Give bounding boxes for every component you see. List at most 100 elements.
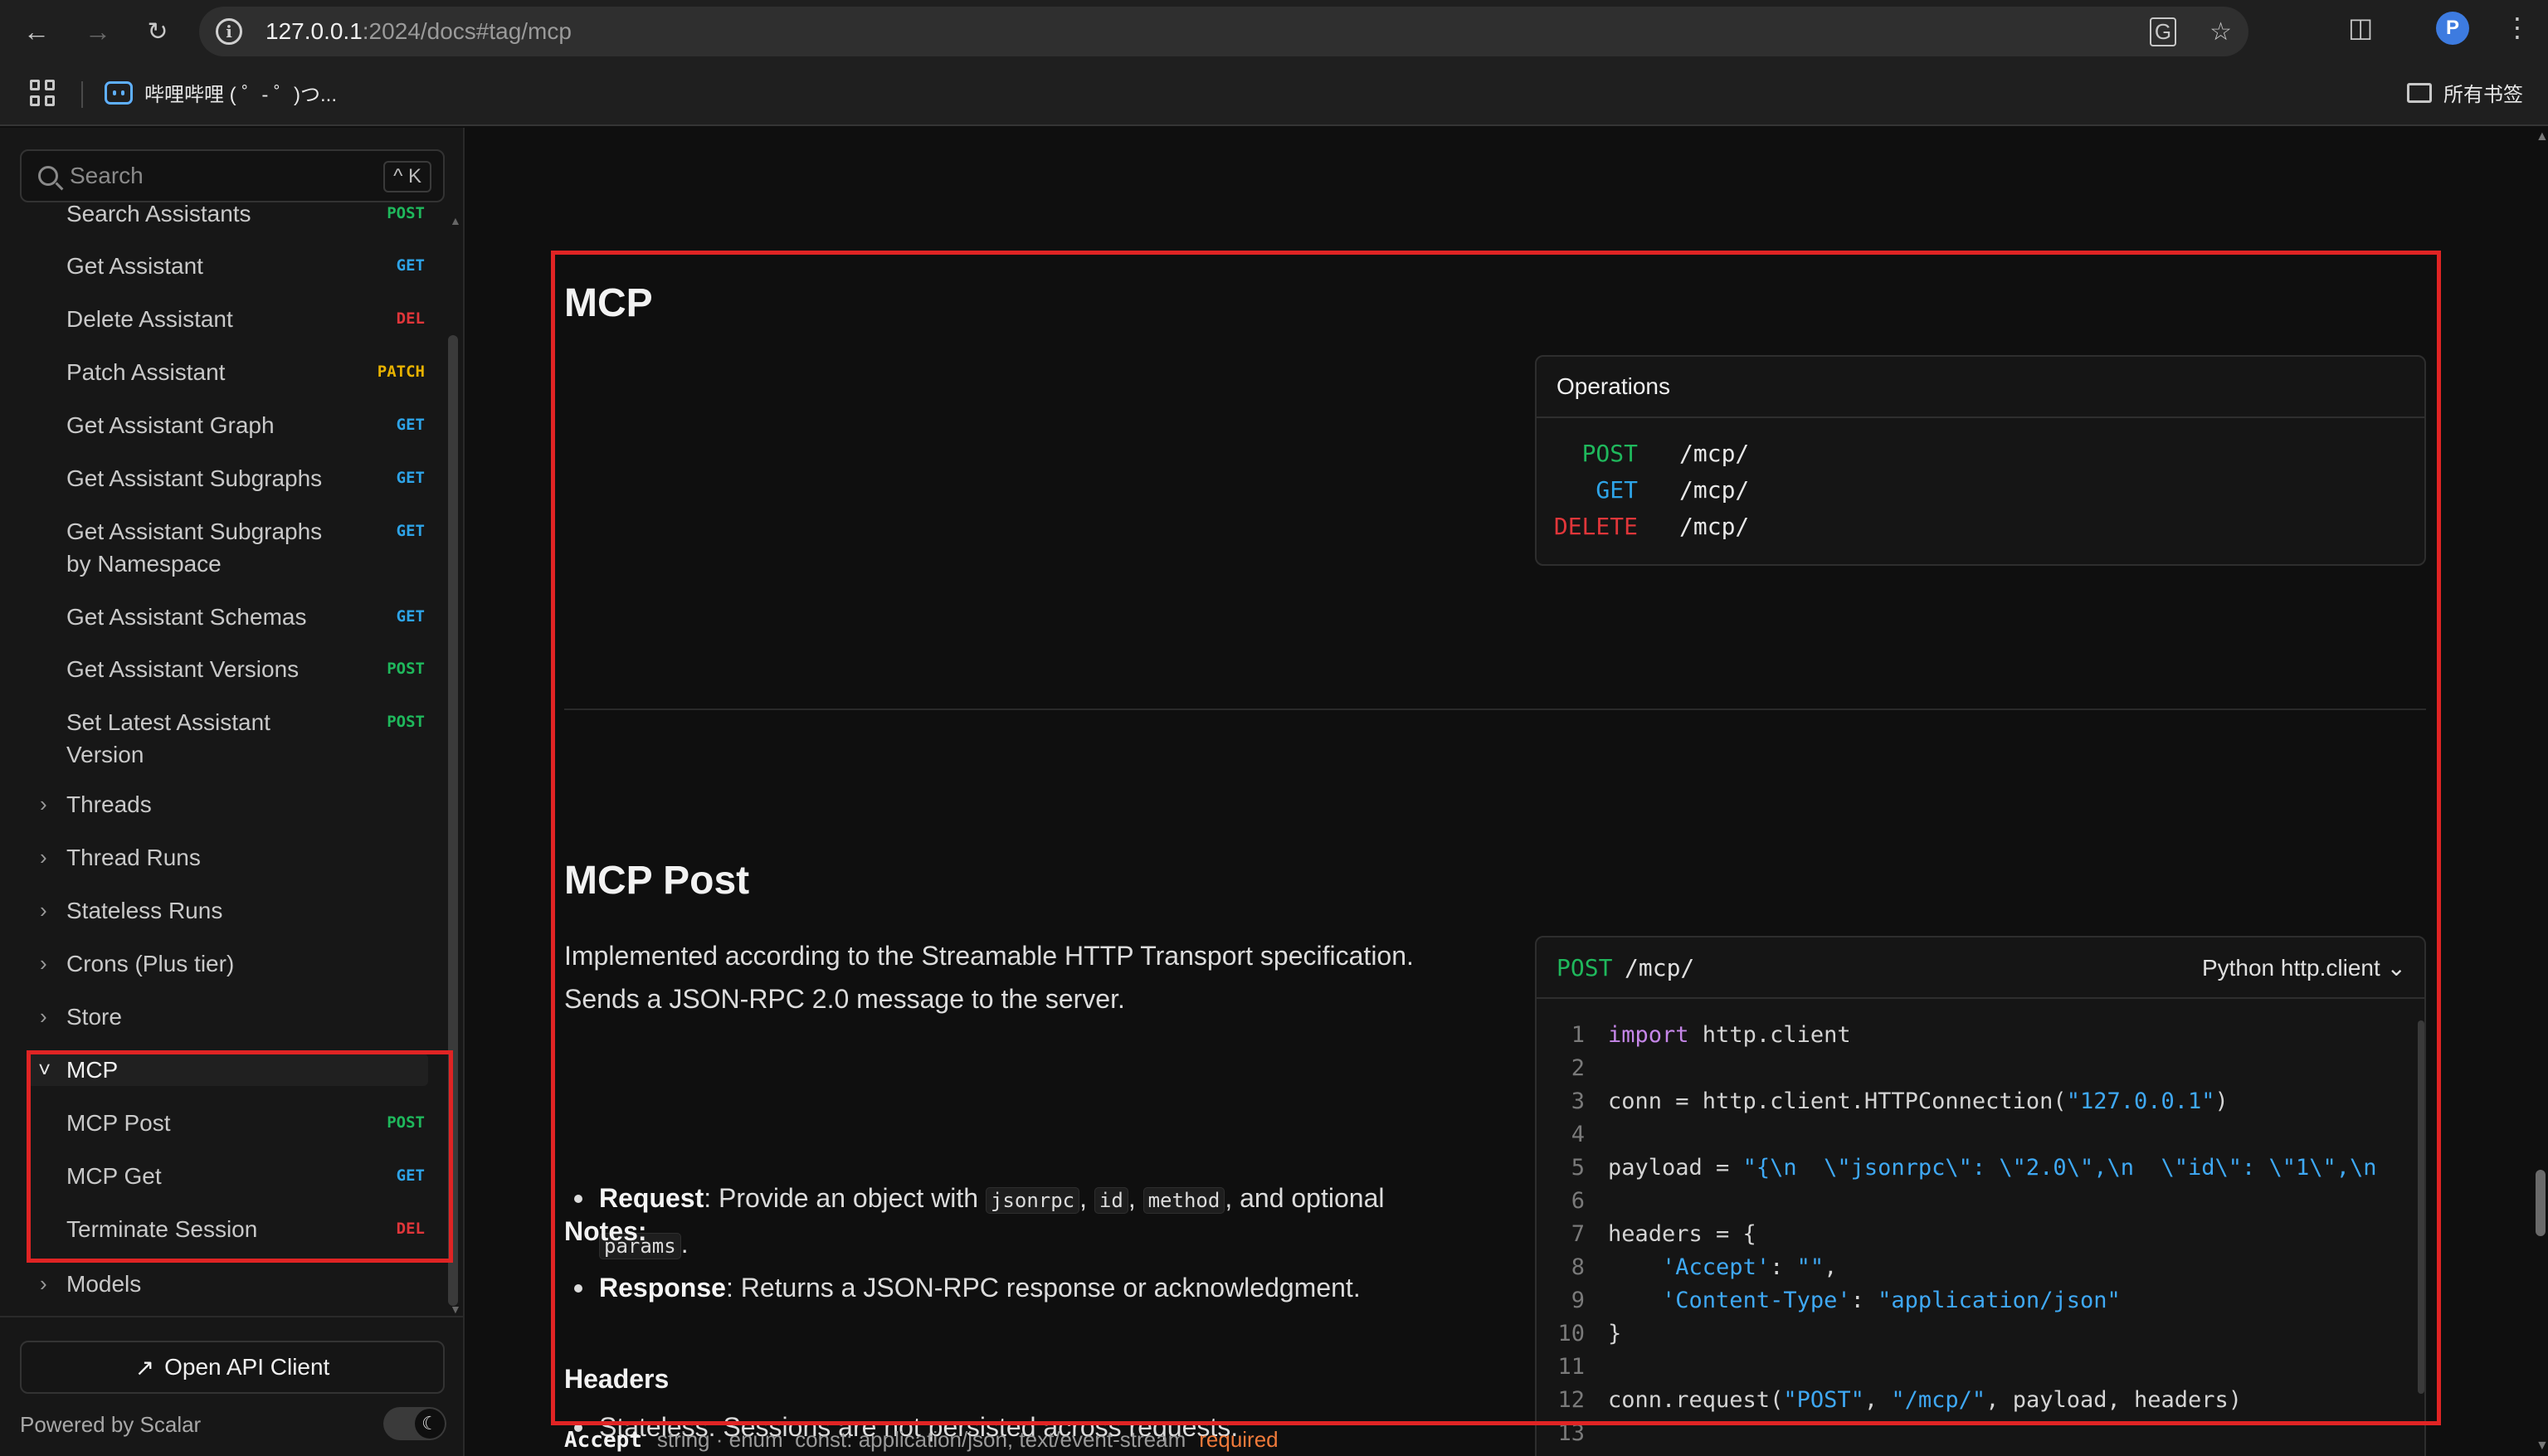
sidebar-group[interactable]: › Crons (Plus tier): [0, 947, 448, 980]
code-line: 12 conn.request("POST", "/mcp/", payload,…: [1537, 1384, 2416, 1417]
operation-path: /mcp/: [1679, 513, 1750, 540]
sidebar-item[interactable]: Terminate Session DEL: [0, 1213, 448, 1245]
sidebar-item[interactable]: Get Assistant Graph GET: [0, 409, 448, 441]
sidebar-item-label: Get Assistant Versions: [66, 656, 300, 682]
code-jsonrpc: jsonrpc: [985, 1187, 1080, 1214]
apps-grid-icon[interactable]: [30, 80, 56, 106]
open-api-client-button[interactable]: ↗ Open API Client: [20, 1341, 445, 1394]
sidebar-scrollbar[interactable]: [448, 335, 458, 1306]
sidebar-item[interactable]: Search Assistants POST: [0, 197, 448, 230]
sidebar-group-active[interactable]: ˅ MCP: [27, 1054, 428, 1086]
header-required: required: [1199, 1427, 1279, 1452]
sidebar-item[interactable]: Set Latest Assistant Version POST: [0, 706, 448, 771]
code-token: headers = {: [1608, 1221, 1756, 1247]
method-badge: POST: [387, 660, 425, 678]
sidebar-item-label: Patch Assistant: [66, 359, 226, 385]
sidebar: ^ K ▲ ▼ Search AssistantsPOSTGet Assista…: [0, 128, 465, 1456]
site-info-icon[interactable]: i: [216, 18, 242, 45]
profile-avatar[interactable]: P: [2436, 12, 2469, 45]
search-input[interactable]: [70, 163, 352, 189]
translate-icon[interactable]: G: [2149, 17, 2177, 46]
sidebar-item[interactable]: Get Assistant GET: [0, 250, 448, 282]
code-line: 5 payload = "{\n \"jsonrpc\": \"2.0\",\n …: [1537, 1152, 2416, 1185]
sidebar-item[interactable]: Patch Assistant PATCH: [0, 356, 448, 388]
line-number: 8: [1571, 1254, 1585, 1280]
sidebar-group[interactable]: › Thread Runs: [0, 841, 448, 874]
operation-method: POST: [1581, 440, 1638, 467]
operation-method: DELETE: [1553, 513, 1638, 540]
sidebar-group[interactable]: › Store: [0, 1001, 448, 1033]
sidebar-group[interactable]: › Threads: [0, 788, 448, 821]
language-selector[interactable]: Python http.client ⌄: [2202, 954, 2406, 981]
line-number: 14: [1537, 1450, 1585, 1456]
code-sample-header: POST /mcp/ Python http.client ⌄: [1537, 937, 2424, 999]
sidebar-group-label: Models: [66, 1271, 142, 1297]
menu-kebab-icon[interactable]: ⋮: [2504, 12, 2531, 43]
chevron-right-icon: ›: [40, 1271, 47, 1296]
search-shortcut: ^ K: [383, 161, 431, 192]
sidebar-item-label: Get Assistant Subgraphs by Namespace: [66, 519, 323, 577]
all-bookmarks[interactable]: 所有书签: [2407, 78, 2523, 107]
code-scrollbar[interactable]: [2418, 1020, 2424, 1394]
code-token: :: [1850, 1288, 1878, 1313]
sidebar-group-label: Threads: [66, 791, 152, 817]
line-number: 6: [1571, 1188, 1585, 1214]
sidebar-scroll-up-icon[interactable]: ▲: [450, 214, 461, 227]
code-token: ,: [1824, 1254, 1838, 1280]
code-sample-path: /mcp/: [1625, 954, 1695, 981]
line-number: 12: [1557, 1387, 1585, 1413]
line-number: 9: [1571, 1288, 1585, 1313]
line-content: 'Accept': "",: [1608, 1251, 2404, 1284]
main-scroll-up-icon[interactable]: ▲: [2536, 129, 2548, 144]
endpoint-title: MCP Post: [564, 859, 750, 903]
main-scrollbar-thumb[interactable]: [2536, 1170, 2546, 1236]
bookmark-bilibili[interactable]: 哔哩哔哩 ( ゜- ゜)つ...: [105, 78, 337, 107]
extensions-icon[interactable]: ◫: [2348, 12, 2373, 43]
sidebar-item-label: Search Assistants: [66, 201, 251, 226]
sidebar-item[interactable]: Get Assistant Subgraphs GET: [0, 462, 448, 494]
bookmark-star-icon[interactable]: ☆: [2209, 17, 2232, 46]
request-text-2: , and optional: [1225, 1183, 1385, 1213]
sidebar-item[interactable]: Get Assistant Versions POST: [0, 653, 448, 685]
powered-by-scalar[interactable]: Powered by Scalar: [20, 1412, 201, 1438]
reload-icon[interactable]: ↻: [138, 12, 178, 51]
avatar-letter: P: [2436, 12, 2469, 45]
code-token: 'Accept': [1662, 1254, 1771, 1280]
code-line: 14 res = conn.getresponse(): [1537, 1450, 2416, 1456]
sidebar-item-label: Get Assistant: [66, 253, 203, 279]
sidebar-item-label: Get Assistant Graph: [66, 412, 275, 438]
forward-icon[interactable]: →: [78, 12, 118, 51]
line-content: payload = "{\n \"jsonrpc\": \"2.0\",\n \…: [1608, 1152, 2404, 1185]
line-number: 3: [1571, 1088, 1585, 1114]
sidebar-item[interactable]: MCP Post POST: [0, 1107, 448, 1139]
search-icon: [38, 166, 58, 186]
address-bar[interactable]: i 127.0.0.1:2024/docs#tag/mcp G ☆: [199, 7, 2248, 56]
sidebar-group[interactable]: › Stateless Runs: [0, 894, 448, 927]
code-token: :: [1770, 1254, 1797, 1280]
dark-mode-toggle[interactable]: ☾: [383, 1407, 446, 1440]
method-badge: DEL: [396, 1220, 425, 1238]
code-line: 6: [1537, 1185, 2416, 1218]
code-token: conn.request(: [1608, 1387, 1784, 1413]
sidebar-group-label: Store: [66, 1004, 122, 1030]
section-divider: [564, 709, 2426, 710]
sidebar-item[interactable]: Get Assistant Subgraphs by Namespace GET: [0, 515, 448, 580]
sidebar-item-label: Terminate Session: [66, 1216, 258, 1242]
sidebar-group[interactable]: › Models: [0, 1268, 448, 1300]
chevron-down-icon: ⌄: [2386, 955, 2406, 981]
sidebar-group-label: Stateless Runs: [66, 898, 223, 923]
search-box[interactable]: ^ K: [20, 149, 445, 202]
main-scroll-down-icon[interactable]: ▼: [2536, 1439, 2548, 1454]
sidebar-group-label: Thread Runs: [66, 845, 201, 870]
code-line: 4: [1537, 1118, 2416, 1152]
sidebar-item[interactable]: MCP Get GET: [0, 1160, 448, 1192]
url-text[interactable]: 127.0.0.1:2024/docs#tag/mcp: [266, 18, 572, 45]
code-token: "127.0.0.1": [2066, 1088, 2215, 1114]
sidebar-item[interactable]: Delete Assistant DEL: [0, 303, 448, 335]
sidebar-scroll-down-icon[interactable]: ▼: [450, 1303, 461, 1316]
code-line: 13: [1537, 1417, 2416, 1450]
code-token: ): [2214, 1088, 2229, 1114]
sidebar-item[interactable]: Get Assistant Schemas GET: [0, 601, 448, 633]
back-icon[interactable]: ←: [17, 12, 56, 51]
